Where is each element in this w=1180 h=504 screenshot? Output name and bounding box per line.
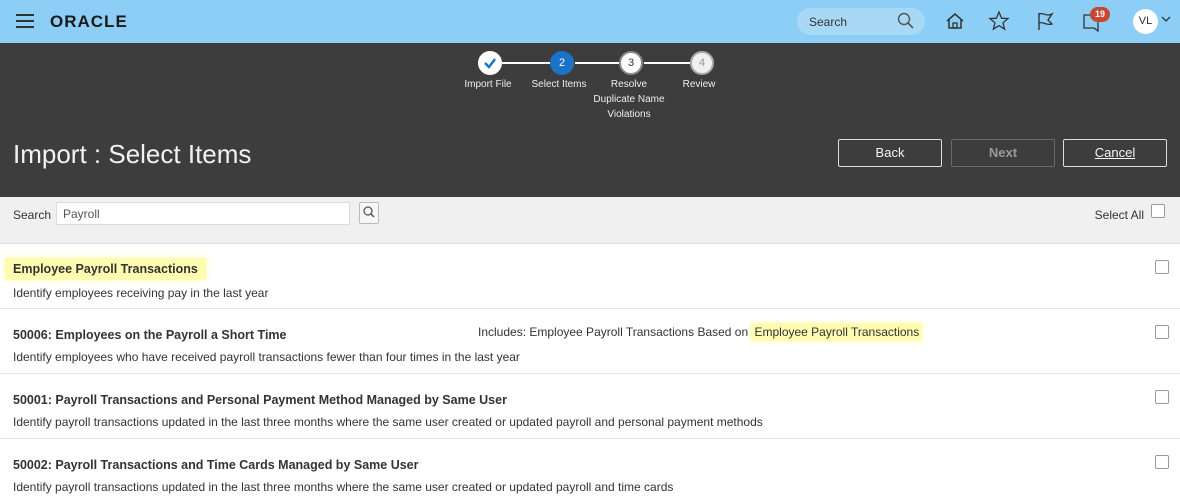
navigator-menu-icon[interactable]	[16, 14, 34, 28]
user-avatar[interactable]: VL	[1133, 9, 1158, 34]
list-item[interactable]: Employee Payroll Transactions Identify e…	[0, 244, 1180, 309]
item-checkbox[interactable]	[1155, 260, 1169, 274]
back-button[interactable]: Back	[838, 139, 942, 167]
watchlist-flag-icon[interactable]	[1034, 10, 1056, 32]
item-includes: Includes: Employee Payroll Transactions …	[478, 323, 923, 341]
item-title: Employee Payroll Transactions	[5, 258, 206, 280]
list-item[interactable]: 50002: Payroll Transactions and Time Car…	[0, 439, 1180, 504]
global-search-placeholder: Search	[809, 15, 848, 29]
oracle-logo[interactable]: ORACLE	[50, 12, 128, 32]
item-description: Identify employees receiving pay in the …	[13, 286, 269, 300]
includes-highlight: Employee Payroll Transactions	[751, 323, 923, 341]
search-input[interactable]	[56, 202, 350, 225]
includes-text: Includes: Employee Payroll Transactions …	[478, 325, 752, 339]
train-connector	[502, 62, 550, 64]
train-step-resolve[interactable]: 3	[619, 51, 643, 75]
favorites-star-icon[interactable]	[988, 10, 1010, 32]
list-item[interactable]: 50001: Payroll Transactions and Personal…	[0, 374, 1180, 439]
global-header: ORACLE Search 19 VL	[0, 0, 1180, 43]
train-step-review[interactable]: 4	[690, 51, 714, 75]
next-button[interactable]: Next	[951, 139, 1055, 167]
item-title: 50006: Employees on the Payroll a Short …	[13, 328, 287, 342]
process-train: 2 3 4 Import File Select Items Resolve D…	[0, 43, 1180, 123]
search-toolbar: Search Select All	[0, 197, 1180, 244]
train-step-label: Select Items	[531, 79, 587, 90]
item-checkbox[interactable]	[1155, 390, 1169, 404]
item-title: 50002: Payroll Transactions and Time Car…	[13, 458, 419, 472]
train-step-select-items[interactable]: 2	[550, 51, 574, 75]
train-connector	[644, 62, 690, 64]
item-checkbox[interactable]	[1155, 325, 1169, 339]
cancel-button[interactable]: Cancel	[1063, 139, 1167, 167]
train-step-label: Resolve Duplicate Name Violations	[593, 79, 665, 120]
train-step-label: Import File	[464, 79, 512, 90]
train-step-import-file[interactable]	[478, 51, 502, 75]
home-icon[interactable]	[944, 10, 966, 32]
notification-count-badge[interactable]: 19	[1090, 7, 1110, 22]
search-label: Search	[13, 208, 52, 222]
chevron-down-icon[interactable]	[1161, 14, 1171, 24]
search-icon[interactable]	[897, 12, 915, 30]
list-item[interactable]: 50006: Employees on the Payroll a Short …	[0, 309, 1180, 374]
train-connector	[575, 62, 619, 64]
select-all-checkbox[interactable]	[1151, 204, 1165, 218]
cancel-button-label: Cancel	[1094, 145, 1136, 160]
search-button[interactable]	[359, 202, 379, 224]
item-description: Identify payroll transactions updated in…	[13, 480, 674, 494]
item-description: Identify employees who have received pay…	[13, 350, 520, 364]
global-search-field[interactable]: Search	[797, 8, 925, 35]
search-icon	[363, 206, 375, 218]
page-header: 2 3 4 Import File Select Items Resolve D…	[0, 43, 1180, 197]
select-all-label: Select All	[1094, 208, 1144, 222]
item-description: Identify payroll transactions updated in…	[13, 415, 763, 429]
train-step-label: Review	[682, 79, 716, 90]
checkmark-icon	[484, 58, 496, 69]
page-title: Import : Select Items	[13, 139, 252, 169]
item-title: 50001: Payroll Transactions and Personal…	[13, 393, 507, 407]
item-checkbox[interactable]	[1155, 455, 1169, 469]
